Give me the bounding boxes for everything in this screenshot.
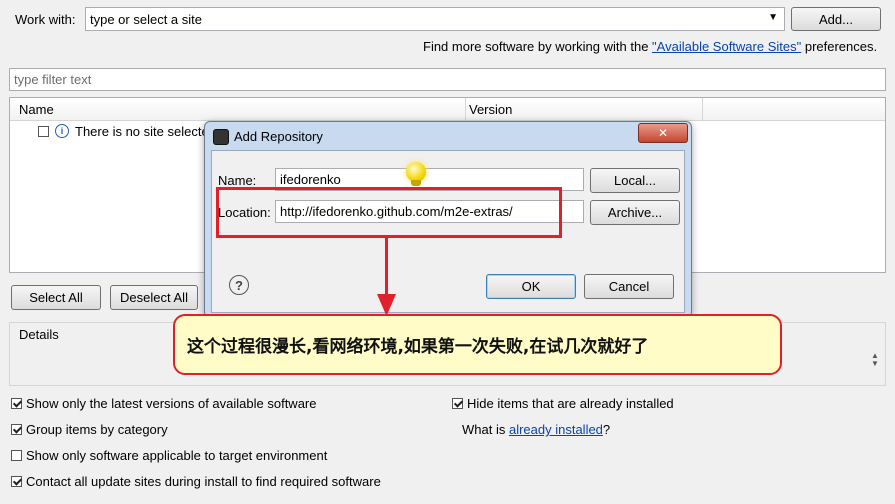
help-icon[interactable]: ? bbox=[229, 275, 249, 295]
name-field-value: ifedorenko bbox=[280, 172, 341, 187]
group-by-category-checkbox[interactable] bbox=[11, 424, 22, 435]
details-scroll-arrows-icon[interactable]: ▲ ▼ bbox=[871, 352, 879, 368]
column-divider bbox=[702, 98, 703, 120]
filter-input[interactable]: type filter text bbox=[9, 68, 886, 91]
table-header: Name Version bbox=[10, 98, 885, 121]
info-icon: i bbox=[55, 124, 69, 138]
work-with-combo[interactable]: type or select a site ▼ bbox=[85, 7, 785, 31]
add-site-button[interactable]: Add... bbox=[791, 7, 881, 31]
latest-versions-checkbox[interactable] bbox=[11, 398, 22, 409]
what-is-installed-text: What is already installed? bbox=[462, 422, 610, 437]
arrow-head-icon bbox=[377, 294, 396, 316]
deselect-all-button[interactable]: Deselect All bbox=[110, 285, 198, 310]
select-all-button[interactable]: Select All bbox=[11, 285, 101, 310]
name-label: Name: bbox=[218, 173, 257, 188]
column-header-name[interactable]: Name bbox=[19, 102, 54, 117]
available-sites-link[interactable]: "Available Software Sites" bbox=[652, 39, 801, 54]
what-is-suffix: ? bbox=[602, 422, 611, 437]
column-header-version[interactable]: Version bbox=[469, 102, 512, 117]
dialog-title: Add Repository bbox=[234, 129, 323, 144]
filter-placeholder: type filter text bbox=[14, 72, 92, 87]
cancel-button[interactable]: Cancel bbox=[584, 274, 674, 299]
contact-sites-checkbox[interactable] bbox=[11, 476, 22, 487]
find-more-prefix: Find more software by working with the bbox=[423, 39, 653, 54]
work-with-value: type or select a site bbox=[90, 11, 202, 27]
local-button[interactable]: Local... bbox=[590, 168, 680, 193]
target-env-checkbox[interactable] bbox=[11, 450, 22, 461]
highlight-box bbox=[216, 187, 562, 238]
lightbulb-icon bbox=[406, 162, 426, 182]
callout-text: 这个过程很漫长,看网络环境,如果第一次失败,在试几次就好了 bbox=[187, 337, 649, 357]
what-is-prefix: What is bbox=[462, 422, 509, 437]
find-more-suffix: preferences. bbox=[801, 39, 878, 54]
row-checkbox[interactable] bbox=[38, 126, 49, 137]
row-name: There is no site selecte bbox=[75, 124, 209, 139]
lightbulb-base bbox=[411, 180, 421, 186]
column-divider bbox=[465, 98, 466, 120]
latest-versions-label: Show only the latest versions of availab… bbox=[26, 396, 317, 411]
hide-installed-checkbox[interactable] bbox=[452, 398, 463, 409]
work-with-label: Work with: bbox=[15, 12, 76, 27]
contact-sites-label: Contact all update sites during install … bbox=[26, 474, 381, 489]
ok-button[interactable]: OK bbox=[486, 274, 576, 299]
target-env-label: Show only software applicable to target … bbox=[26, 448, 328, 463]
find-more-text: Find more software by working with the "… bbox=[423, 39, 877, 54]
dialog-title-bar[interactable]: Add Repository ✕ bbox=[205, 122, 691, 150]
already-installed-link[interactable]: already installed bbox=[509, 422, 603, 437]
archive-button[interactable]: Archive... bbox=[590, 200, 680, 225]
group-by-category-label: Group items by category bbox=[26, 422, 168, 437]
details-label: Details bbox=[19, 327, 59, 342]
close-icon[interactable]: ✕ bbox=[638, 123, 688, 143]
callout-box: 这个过程很漫长,看网络环境,如果第一次失败,在试几次就好了 bbox=[173, 314, 782, 375]
dropdown-arrow-icon[interactable]: ▼ bbox=[768, 12, 778, 23]
dialog-app-icon bbox=[213, 129, 229, 145]
hide-installed-label: Hide items that are already installed bbox=[467, 396, 674, 411]
arrow-shaft bbox=[385, 238, 388, 296]
